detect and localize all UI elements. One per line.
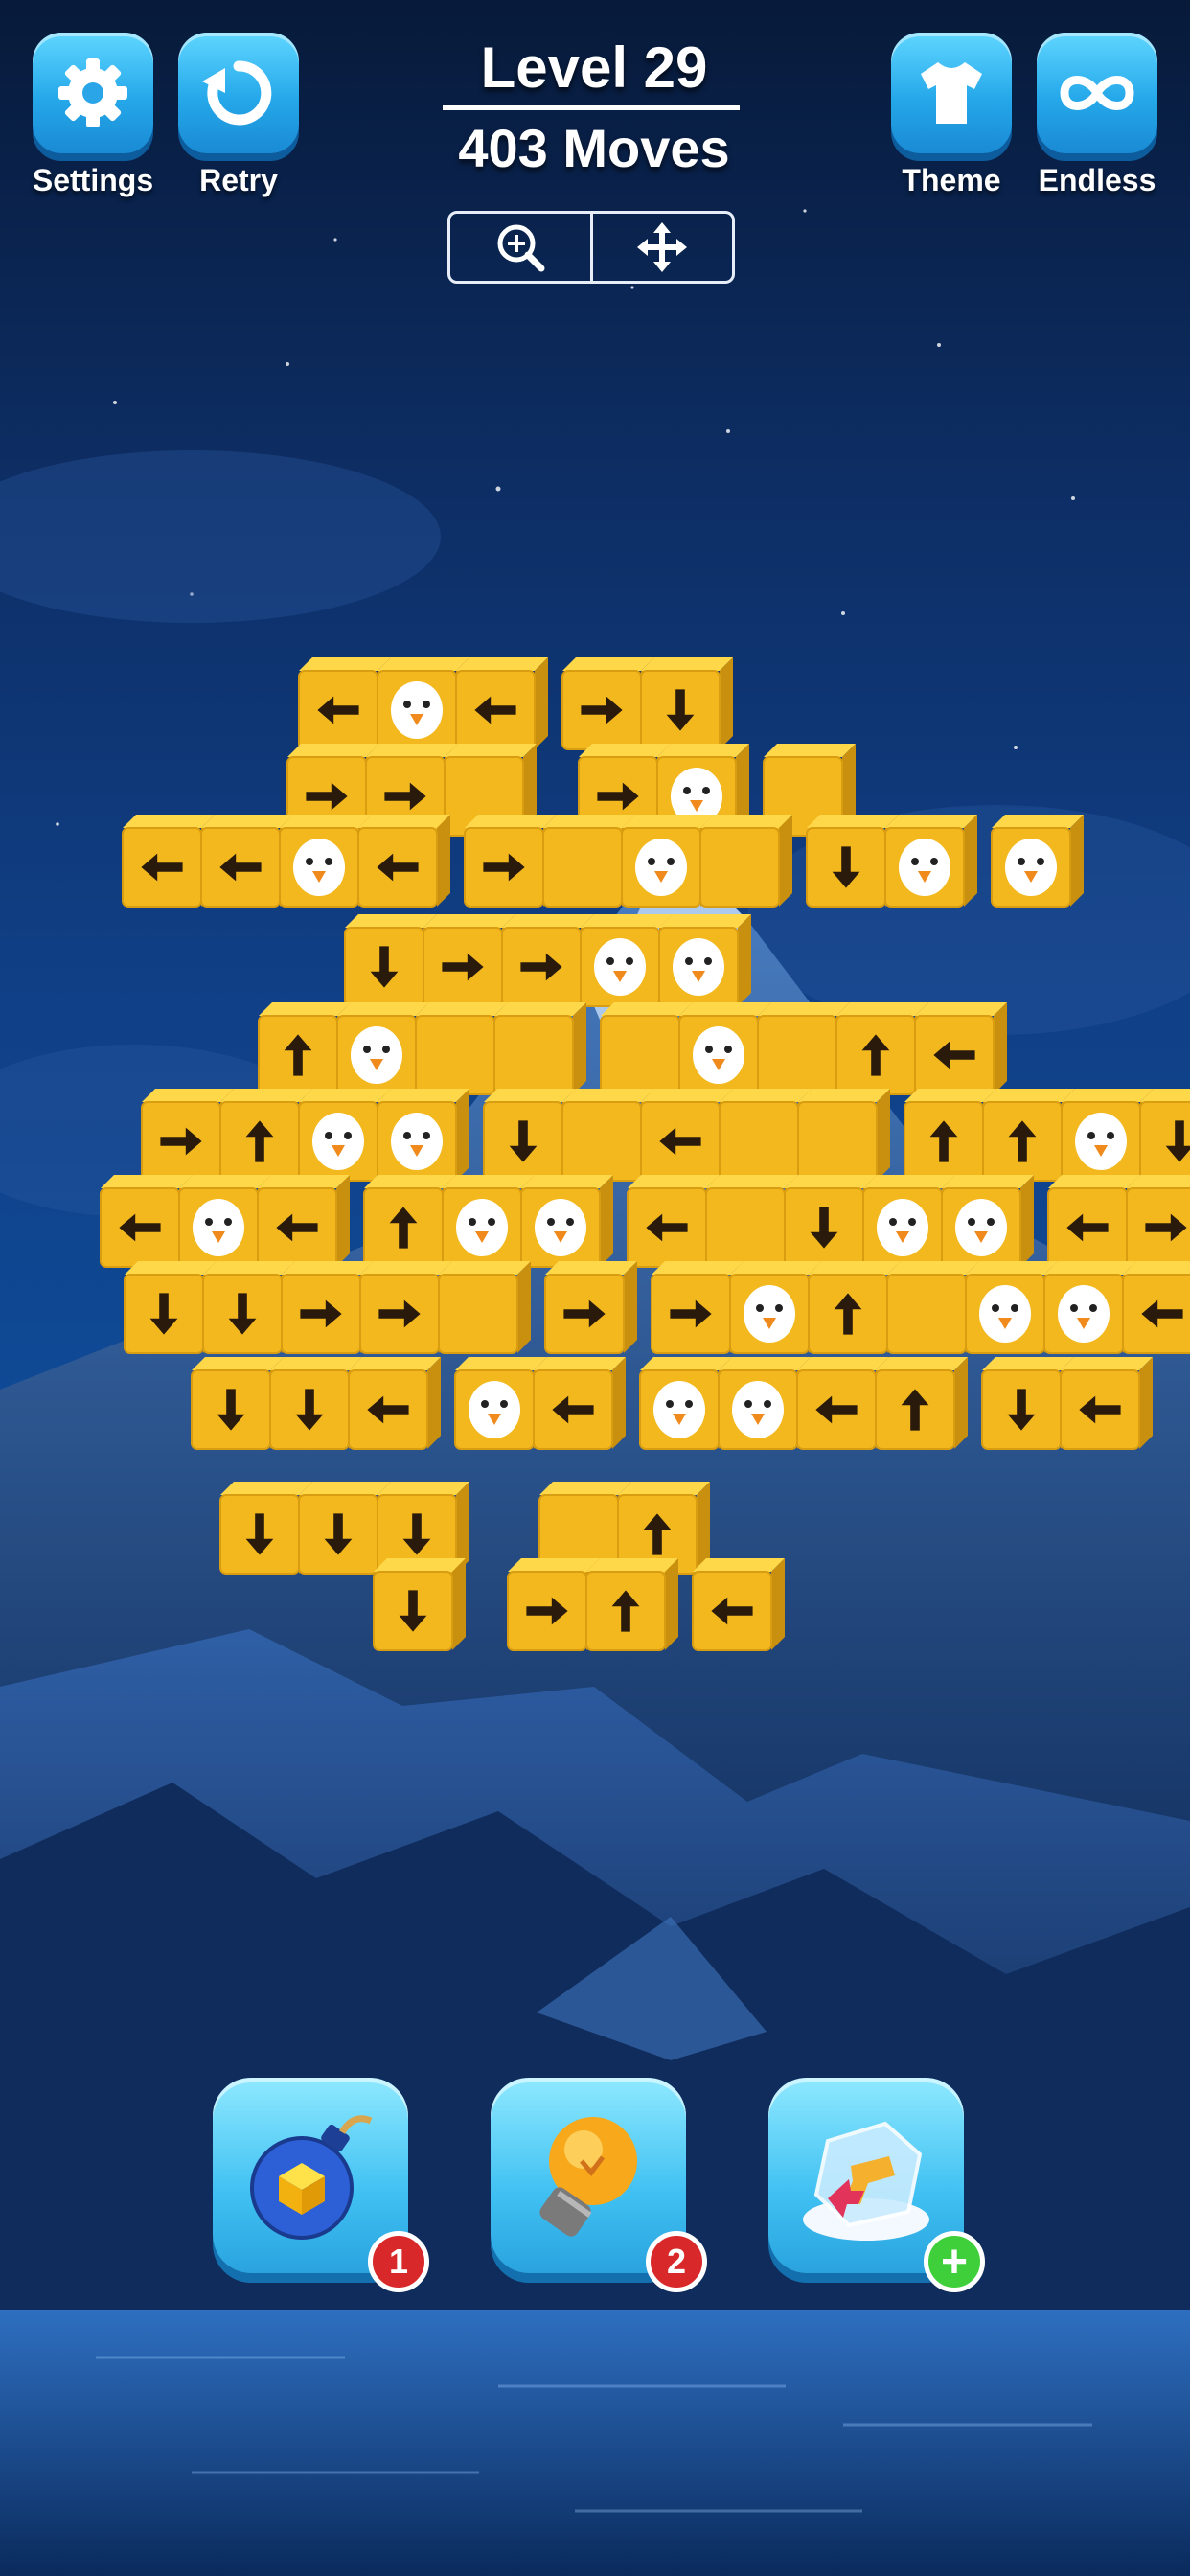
puzzle-cube[interactable]: [1122, 1261, 1190, 1354]
bird-face-icon: [351, 1026, 402, 1084]
bird-face-icon: [635, 839, 687, 896]
puzzle-cube[interactable]: [941, 1175, 1034, 1268]
puzzle-cube[interactable]: [884, 815, 977, 908]
bird-face-icon: [1075, 1113, 1127, 1170]
hint-count-badge: 2: [646, 2231, 707, 2292]
puzzle-cube[interactable]: [377, 1089, 469, 1182]
bird-face-icon: [594, 938, 646, 996]
puzzle-cube[interactable]: [875, 1357, 968, 1450]
bird-face-icon: [312, 1113, 364, 1170]
puzzle-cube[interactable]: [348, 1357, 441, 1450]
puzzle-cube[interactable]: [914, 1002, 1007, 1095]
puzzle-cube[interactable]: [533, 1357, 626, 1450]
bird-face-icon: [979, 1285, 1031, 1343]
bomb-booster-button[interactable]: 1: [213, 2078, 429, 2292]
bird-face-icon: [693, 1026, 744, 1084]
puzzle-cube[interactable]: [991, 815, 1084, 908]
puzzle-cube[interactable]: [797, 1089, 890, 1182]
puzzle-cube[interactable]: [520, 1175, 613, 1268]
puzzle-cube[interactable]: [493, 1002, 586, 1095]
bird-face-icon: [391, 681, 443, 739]
puzzle-cube[interactable]: [1060, 1357, 1153, 1450]
bird-face-icon: [391, 1113, 443, 1170]
bird-face-icon: [899, 839, 950, 896]
bird-face-icon: [535, 1199, 586, 1256]
bird-face-icon: [744, 1285, 795, 1343]
bird-face-icon: [1005, 839, 1057, 896]
freeze-add-badge: +: [924, 2231, 985, 2292]
bird-face-icon: [732, 1381, 784, 1438]
bird-face-icon: [193, 1199, 244, 1256]
bird-face-icon: [673, 938, 724, 996]
puzzle-cube[interactable]: [438, 1261, 531, 1354]
bomb-icon: [250, 2115, 373, 2240]
puzzle-cube[interactable]: [640, 657, 733, 750]
ice-cube-icon: [803, 2121, 929, 2241]
bird-face-icon: [653, 1381, 705, 1438]
freeze-booster-button[interactable]: +: [768, 2078, 985, 2292]
bird-face-icon: [955, 1199, 1007, 1256]
puzzle-cube[interactable]: [658, 914, 751, 1007]
puzzle-cube[interactable]: [692, 1558, 785, 1651]
bird-face-icon: [1058, 1285, 1110, 1343]
bird-face-icon: [469, 1381, 520, 1438]
puzzle-cube[interactable]: [1126, 1175, 1190, 1268]
bomb-count-badge: 1: [368, 2231, 429, 2292]
bird-face-icon: [456, 1199, 508, 1256]
bird-face-icon: [293, 839, 345, 896]
hint-booster-button[interactable]: 2: [491, 2078, 707, 2292]
puzzle-cube[interactable]: [257, 1175, 350, 1268]
puzzle-cube[interactable]: [455, 657, 548, 750]
bird-face-icon: [877, 1199, 928, 1256]
lightbulb-icon: [539, 2117, 637, 2237]
puzzle-cube[interactable]: [1139, 1089, 1190, 1182]
puzzle-cube[interactable]: [544, 1261, 637, 1354]
